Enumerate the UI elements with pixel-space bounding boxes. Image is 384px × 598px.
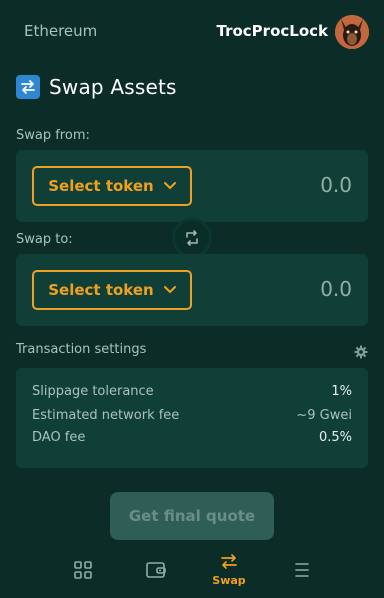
gear-icon[interactable]: [354, 344, 368, 359]
nav-swap-label: Swap: [212, 574, 246, 587]
chevron-down-icon: [163, 182, 176, 189]
dao-fee-value: 0.5%: [318, 430, 352, 445]
network-fee-value: ~9 Gwei: [296, 408, 352, 423]
select-from-token-label: Select token: [48, 177, 154, 195]
swap-to-amount-input[interactable]: 0.0: [320, 277, 352, 301]
bottom-nav: Swap: [0, 552, 384, 598]
transaction-settings-label: Transaction settings: [16, 342, 147, 357]
slippage-value: 1%: [331, 384, 352, 399]
top-bar: Ethereum TrocProcLock: [0, 0, 384, 64]
nav-item-wallet[interactable]: [136, 560, 176, 598]
switch-tokens-button[interactable]: [172, 218, 212, 258]
page-header: Swap Assets: [16, 75, 177, 99]
account-name[interactable]: TrocProcLock: [217, 22, 329, 40]
swap-badge-icon: [16, 75, 40, 99]
select-to-token-label: Select token: [48, 281, 154, 299]
swap-from-amount-input[interactable]: 0.0: [320, 173, 352, 197]
nav-item-dashboard[interactable]: [63, 560, 103, 598]
avatar[interactable]: [335, 15, 369, 49]
swap-from-label: Swap from:: [16, 128, 90, 143]
dao-fee-label: DAO fee: [32, 430, 86, 445]
page-title: Swap Assets: [49, 75, 177, 99]
select-from-token-button[interactable]: Select token: [32, 166, 192, 206]
nav-item-swap[interactable]: Swap: [209, 552, 249, 596]
wallet-icon: [146, 562, 166, 578]
get-final-quote-button[interactable]: Get final quote: [110, 492, 274, 540]
transaction-settings-panel: Slippage tolerance 1% Estimated network …: [16, 368, 368, 468]
select-to-token-button[interactable]: Select token: [32, 270, 192, 310]
menu-icon: [295, 563, 309, 577]
slippage-label: Slippage tolerance: [32, 384, 154, 399]
swap-to-panel: Select token 0.0: [16, 254, 368, 326]
switch-icon: [186, 230, 198, 246]
chevron-down-icon: [163, 286, 176, 293]
swap-icon: [221, 554, 237, 569]
network-selector[interactable]: Ethereum: [24, 22, 97, 40]
dao-fee-row: DAO fee 0.5%: [32, 430, 352, 445]
swap-from-panel: Select token 0.0: [16, 150, 368, 222]
network-fee-row: Estimated network fee ~9 Gwei: [32, 408, 352, 423]
network-fee-label: Estimated network fee: [32, 408, 180, 423]
slippage-row: Slippage tolerance 1%: [32, 384, 352, 399]
grid-icon: [74, 561, 92, 579]
nav-item-menu[interactable]: [282, 560, 322, 598]
swap-to-label: Swap to:: [16, 232, 73, 247]
